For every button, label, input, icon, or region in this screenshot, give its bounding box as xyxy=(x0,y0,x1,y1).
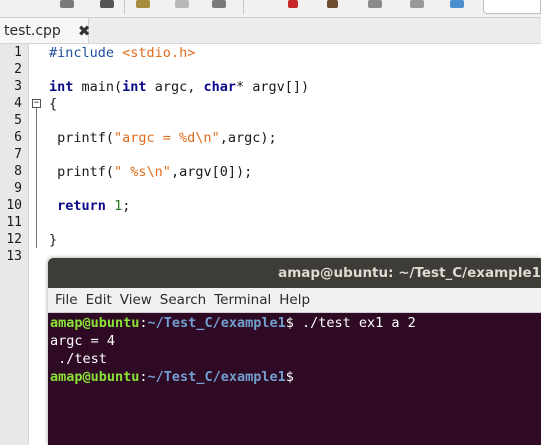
terminal-titlebar[interactable]: amap@ubuntu: ~/Test_C/example1 xyxy=(48,258,541,288)
code-text: printf( xyxy=(49,130,115,146)
code-line-6: printf("argc = %d\n",argc); xyxy=(49,130,277,146)
keyword: int xyxy=(49,79,74,95)
toolbar-tool-icon[interactable] xyxy=(327,0,338,8)
prompt-path: ~/Test_C/example1 xyxy=(147,315,286,331)
menu-search[interactable]: Search xyxy=(160,292,206,308)
line-number: 1 xyxy=(14,45,22,60)
include-header: <stdio.h> xyxy=(122,45,196,61)
line-number: 10 xyxy=(6,198,22,213)
keyword: int xyxy=(122,79,147,95)
prompt-command: $ ./test ex1 a 2 xyxy=(285,315,416,331)
tab-label: test.cpp xyxy=(4,22,61,39)
line-number-gutter: 1 2 3 4 5 6 7 8 9 10 11 12 13 xyxy=(0,44,29,445)
menu-view[interactable]: View xyxy=(120,292,152,308)
toolbar xyxy=(0,0,541,18)
line-number: 4 xyxy=(14,96,22,111)
line-number: 12 xyxy=(6,232,22,247)
terminal-window[interactable]: amap@ubuntu: ~/Test_C/example1 File Edit… xyxy=(48,258,541,445)
fold-guide-line xyxy=(36,108,37,248)
toolbar-tool-icon[interactable] xyxy=(212,0,226,8)
menu-edit[interactable]: Edit xyxy=(86,292,112,308)
line-number: 8 xyxy=(14,164,22,179)
line-number: 7 xyxy=(14,147,22,162)
line-number: 5 xyxy=(14,113,22,128)
code-line-8: printf(" %s\n",argv[0]); xyxy=(49,164,252,180)
menu-help[interactable]: Help xyxy=(279,292,310,308)
prompt-user: amap@ubuntu xyxy=(50,315,140,331)
menu-file[interactable]: File xyxy=(55,292,78,308)
toolbar-tool-icon[interactable] xyxy=(175,0,189,8)
code-text: ,argv[0]); xyxy=(170,164,253,180)
code-line-12: } xyxy=(49,232,58,248)
code-text: printf( xyxy=(49,164,115,180)
preprocessor-directive: #include xyxy=(49,45,115,61)
code-text: * argv[]) xyxy=(235,79,310,95)
prompt-path: ~/Test_C/example1 xyxy=(147,369,286,385)
line-number: 13 xyxy=(6,249,22,264)
menu-terminal[interactable]: Terminal xyxy=(214,292,271,308)
keyword: char xyxy=(203,79,236,95)
code-line-10: return 1; xyxy=(49,198,130,214)
toolbar-tool-icon[interactable] xyxy=(60,0,74,8)
string-literal: "argc = %d\n" xyxy=(114,130,220,146)
terminal-output[interactable]: amap@ubuntu:~/Test_C/example1$ ./test ex… xyxy=(48,313,541,445)
string-literal: " %s\n" xyxy=(114,164,171,180)
code-text: argc, xyxy=(146,79,204,95)
prompt-command: $ xyxy=(285,369,294,385)
toolbar-tool-icon[interactable] xyxy=(368,0,382,8)
terminal-output-line: ./test xyxy=(50,351,107,367)
code-line-1: #include <stdio.h> xyxy=(49,45,195,61)
tab-bar: test.cpp ✖ xyxy=(0,18,541,44)
prompt-colon: : xyxy=(139,315,148,331)
toolbar-tool-icon[interactable] xyxy=(100,0,114,8)
line-number: 11 xyxy=(6,215,22,230)
code-text: main( xyxy=(73,79,123,95)
code-line-4: { xyxy=(49,96,58,112)
close-icon[interactable]: ✖ xyxy=(78,22,91,40)
toolbar-tool-icon[interactable] xyxy=(288,0,298,8)
terminal-prompt-line: amap@ubuntu:~/Test_C/example1$ ./test ex… xyxy=(50,315,416,331)
line-number: 6 xyxy=(14,130,22,145)
toolbar-tool-icon[interactable] xyxy=(450,0,464,8)
line-number: 2 xyxy=(14,62,22,77)
line-number: 3 xyxy=(14,79,22,94)
prompt-user: amap@ubuntu xyxy=(50,369,140,385)
prompt-colon: : xyxy=(139,369,148,385)
terminal-output-line: argc = 4 xyxy=(50,333,116,349)
code-line-3: int main(int argc, char* argv[]) xyxy=(49,79,309,95)
code-text: ; xyxy=(122,198,131,214)
keyword: return xyxy=(57,198,106,214)
number-literal: 1 xyxy=(114,198,123,214)
code-text: ,argc); xyxy=(219,130,277,146)
terminal-prompt-line: amap@ubuntu:~/Test_C/example1$ xyxy=(50,369,294,385)
toolbar-tool-icon[interactable] xyxy=(136,0,150,8)
window-title: amap@ubuntu: ~/Test_C/example1 xyxy=(278,265,541,281)
tab-test-cpp[interactable]: test.cpp ✖ xyxy=(0,18,91,43)
toolbar-search-box[interactable] xyxy=(483,0,541,14)
toolbar-separator xyxy=(243,0,244,14)
fold-toggle-icon[interactable]: − xyxy=(32,99,41,108)
line-number: 9 xyxy=(14,181,22,196)
toolbar-separator xyxy=(124,0,125,14)
toolbar-tool-icon[interactable] xyxy=(410,0,424,8)
terminal-menubar: File Edit View Search Terminal Help xyxy=(48,288,541,313)
